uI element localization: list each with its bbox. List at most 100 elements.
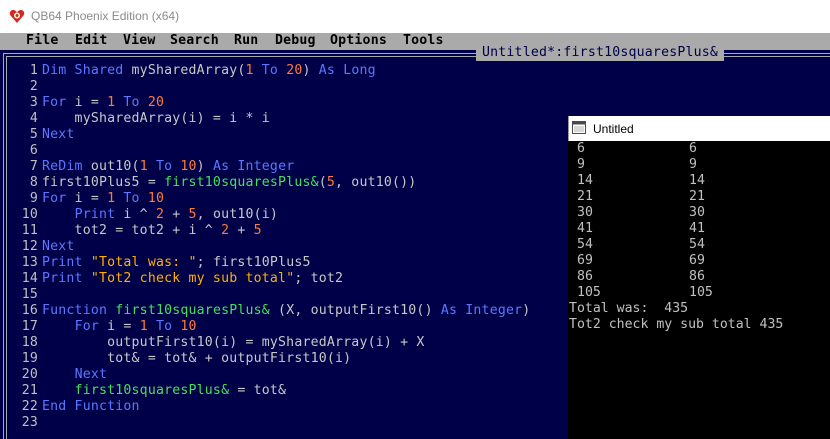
line-number: 15 <box>21 287 38 302</box>
code-token: To <box>115 191 148 206</box>
code-token: out10( <box>90 159 140 174</box>
code-line[interactable]: 12 Next <box>14 239 530 255</box>
code-token: first10squaresPlus& <box>115 303 270 318</box>
code-token: i = <box>74 95 108 110</box>
code-line[interactable]: 15 <box>14 287 530 303</box>
line-number: 20 <box>21 367 38 382</box>
code-line[interactable]: 1 Dim Shared mySharedArray(1 To 20) As Lo… <box>14 63 530 79</box>
line-number: 11 <box>21 223 38 238</box>
output-value: 86 <box>689 269 705 284</box>
code-line[interactable]: 14 Print "Tot2 check my sub total"; tot2 <box>14 271 530 287</box>
output-value: 21 <box>689 189 705 204</box>
output-value: 105 <box>577 285 601 300</box>
code-line[interactable]: 16 Function first10squaresPlus& (X, outpu… <box>14 303 530 319</box>
code-token: Next <box>42 127 75 142</box>
code-line[interactable]: 9 For i = 1 To 10 <box>14 191 530 207</box>
code-line[interactable]: 2 <box>14 79 530 95</box>
code-token: Next <box>74 367 108 382</box>
code-token: first10Plus5 = <box>42 175 165 190</box>
output-value: 69 <box>689 253 705 268</box>
code-line[interactable]: 13 Print "Total was: "; first10Plus5 <box>14 255 530 271</box>
code-line[interactable]: 21 first10squaresPlus& = tot& <box>14 383 530 399</box>
line-number: 21 <box>21 383 38 398</box>
code-lines[interactable]: 1 Dim Shared mySharedArray(1 To 20) As Lo… <box>14 63 530 431</box>
code-token: 2 <box>221 223 230 238</box>
code-token: ; tot2 <box>294 271 344 286</box>
code-token: i = <box>74 191 108 206</box>
code-line[interactable]: 19 tot& = tot& + outputFirst10(i) <box>14 351 530 367</box>
console-output: 6 6 9 9 14 14 21 21 30 30 41 41 54 54 69 69 86 86 105 105 To… <box>568 141 830 439</box>
menu-tools[interactable]: Tools <box>403 32 444 49</box>
output-check-line: Tot2 check my sub total 435 <box>569 317 784 332</box>
code-line[interactable]: 23 <box>14 415 530 431</box>
code-line[interactable]: 10 Print i ^ 2 + 5, out10(i) <box>14 207 530 223</box>
code-token: ) <box>302 63 319 78</box>
console-window-icon <box>572 121 586 134</box>
output-value: 30 <box>689 205 705 220</box>
code-token: To <box>147 319 181 334</box>
code-token: As Integer <box>440 303 523 318</box>
code-line[interactable]: 3 For i = 1 To 20 <box>14 95 530 111</box>
code-token: i = <box>107 319 140 334</box>
code-token: 5 <box>253 223 262 238</box>
menu-search[interactable]: Search <box>170 32 219 49</box>
code-token: ReDim <box>42 159 91 174</box>
code-token: 10 <box>147 191 165 206</box>
code-token: (X, outputFirst10() <box>269 303 441 318</box>
menu-file[interactable]: File <box>26 32 59 49</box>
code-token: Print <box>74 207 124 222</box>
editor-frame-left <box>3 53 4 439</box>
menu-options[interactable]: Options <box>330 32 387 49</box>
output-value: 6 <box>689 141 697 156</box>
code-token: To <box>253 63 287 78</box>
line-number: 5 <box>29 127 38 142</box>
menu-run[interactable]: Run <box>234 32 258 49</box>
code-line[interactable]: 7 ReDim out10(1 To 10) As Integer <box>14 159 530 175</box>
code-token: As Long <box>318 63 376 78</box>
window-title: QB64 Phoenix Edition (x64) <box>31 9 180 23</box>
menu-debug[interactable]: Debug <box>275 32 316 49</box>
code-line[interactable]: 11 tot2 = tot2 + i ^ 2 + 5 <box>14 223 530 239</box>
output-value: 6 <box>577 141 585 156</box>
line-number: 18 <box>21 335 38 350</box>
menu-view[interactable]: View <box>123 32 156 49</box>
code-token: first10squaresPlus& <box>164 175 319 190</box>
code-token: 20 <box>286 63 303 78</box>
line-number: 10 <box>21 207 38 222</box>
code-line[interactable]: 17 For i = 1 To 10 <box>14 319 530 335</box>
code-token: ) <box>522 303 531 318</box>
line-number: 1 <box>29 63 38 78</box>
code-token: 20 <box>147 95 165 110</box>
code-token: "Total was: " <box>90 255 197 270</box>
output-window-titlebar[interactable]: Untitled <box>568 116 830 141</box>
output-value: 14 <box>689 173 705 188</box>
menu-edit[interactable]: Edit <box>75 32 108 49</box>
line-number: 23 <box>21 415 38 430</box>
output-value: 21 <box>577 189 593 204</box>
line-number: 16 <box>21 303 38 318</box>
code-token: mySharedArray( <box>131 63 246 78</box>
line-number: 6 <box>29 143 38 158</box>
qb64-app-icon <box>9 10 25 23</box>
code-token: i ^ <box>123 207 156 222</box>
code-line[interactable]: 6 <box>14 143 530 159</box>
code-token: tot2 = tot2 + i ^ <box>42 223 222 238</box>
code-line[interactable]: 22 End Function <box>14 399 530 415</box>
code-line[interactable]: 4 mySharedArray(i) = i * i <box>14 111 530 127</box>
code-line[interactable]: 20 Next <box>14 367 530 383</box>
line-number: 19 <box>21 351 38 366</box>
code-line[interactable]: 8 first10Plus5 = first10squaresPlus&(5, o… <box>14 175 530 191</box>
output-value: 54 <box>577 237 593 252</box>
code-token: End Function <box>42 399 140 414</box>
line-number: 22 <box>21 399 38 414</box>
code-token: first10squaresPlus& <box>74 383 230 398</box>
window-titlebar[interactable]: QB64 Phoenix Edition (x64) <box>0 0 830 33</box>
code-line[interactable]: 5 Next <box>14 127 530 143</box>
code-token: , out10()) <box>335 175 417 190</box>
code-line[interactable]: 18 outputFirst10(i) = mySharedArray(i) +… <box>14 335 530 351</box>
output-window[interactable]: Untitled 6 6 9 9 14 14 21 21 30 30 41 41 54 54 69 69 86 8… <box>568 116 830 439</box>
output-value: 54 <box>689 237 705 252</box>
